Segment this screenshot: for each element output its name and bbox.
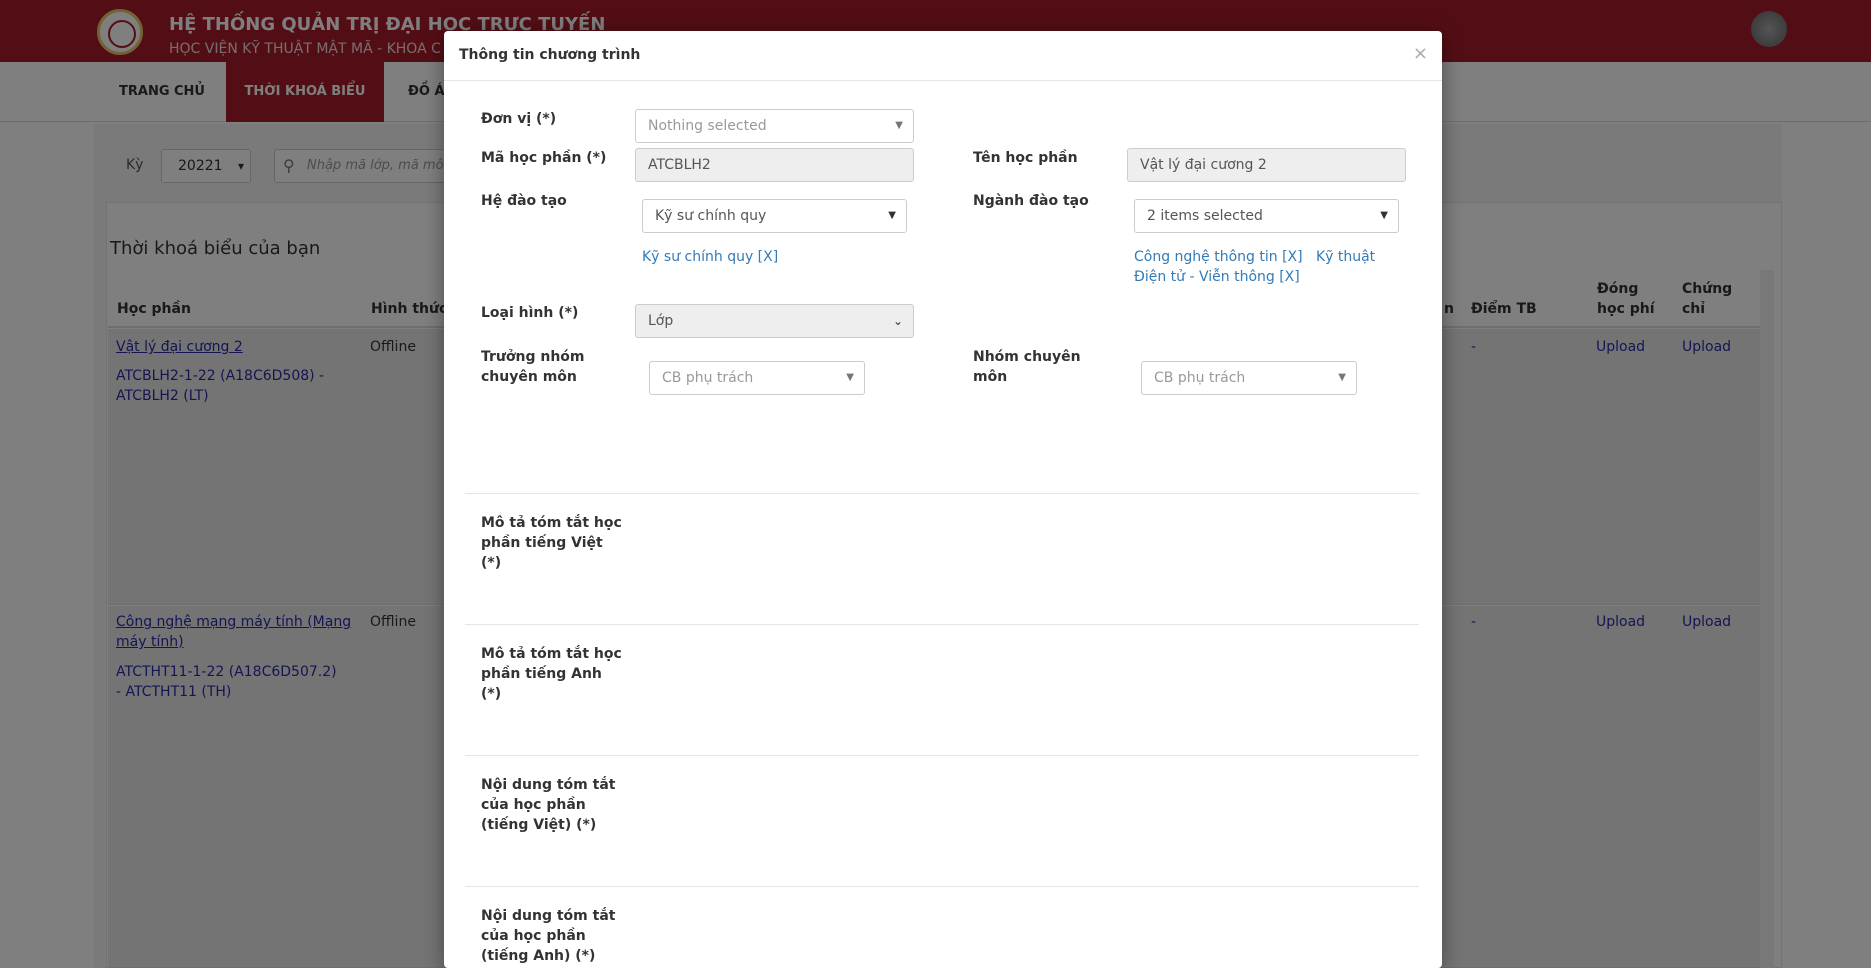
course-name-label: Tên học phần [973,150,1078,166]
training-system-tag[interactable]: Kỹ sư chính quy [X] [642,247,778,267]
desc-vi-label: Mô tả tóm tắt học phần tiếng Việt (*) [481,513,622,573]
course-code-field[interactable]: ATCBLH2 [635,148,914,182]
specialty-group-label-line1: Nhóm chuyên [973,349,1081,365]
type-value: Lớp [648,313,674,329]
content-en-line1: Nội dung tóm tắt [481,908,616,924]
content-en-line2: của học phần [481,928,586,944]
chevron-down-icon: ⌄ [892,314,903,328]
modal-title: Thông tin chương trình [459,47,641,63]
chevron-down-icon: ▼ [1338,372,1346,383]
course-name-field[interactable]: Vật lý đại cương 2 [1127,148,1406,182]
content-vi-label: Nội dung tóm tắt của học phần (tiếng Việ… [481,775,615,835]
group-leader-label-line2: chuyên môn [481,369,577,385]
desc-vi-line1: Mô tả tóm tắt học [481,515,622,531]
training-system-value: Kỹ sư chính quy [655,208,767,224]
desc-en-line3: (*) [481,686,502,702]
major-value: 2 items selected [1147,208,1263,224]
unit-label: Đơn vị (*) [481,111,557,127]
content-en-label: Nội dung tóm tắt của học phần (tiếng Anh… [481,906,615,966]
group-leader-select[interactable]: CB phụ trách ▼ [649,361,865,395]
specialty-group-label-line2: môn [973,369,1008,385]
group-leader-placeholder: CB phụ trách [662,370,754,386]
desc-en-label: Mô tả tóm tắt học phần tiếng Anh (*) [481,644,622,704]
content-vi-line2: của học phần [481,797,586,813]
major-tags-line1[interactable]: Công nghệ thông tin [X] Kỹ thuật [1134,247,1375,267]
program-info-modal: Thông tin chương trình × Đơn vị (*) Noth… [444,31,1442,968]
group-leader-label-line1: Trưởng nhóm [481,349,585,365]
divider [465,755,1419,756]
training-system-label: Hệ đào tạo [481,193,567,209]
major-tags-line2[interactable]: Điện tử - Viễn thông [X] [1134,267,1300,287]
specialty-group-select[interactable]: CB phụ trách ▼ [1141,361,1357,395]
chevron-down-icon: ▼ [895,120,903,131]
chevron-down-icon: ▼ [888,210,896,221]
divider [465,493,1419,494]
content-vi-line1: Nội dung tóm tắt [481,777,616,793]
close-icon[interactable]: × [1413,43,1428,64]
desc-en-line2: phần tiếng Anh [481,666,602,682]
desc-en-line1: Mô tả tóm tắt học [481,646,622,662]
major-label: Ngành đào tạo [973,193,1089,209]
divider [465,624,1419,625]
training-system-select[interactable]: Kỹ sư chính quy ▼ [642,199,907,233]
specialty-group-placeholder: CB phụ trách [1154,370,1246,386]
course-code-label: Mã học phần (*) [481,150,607,166]
desc-vi-line3: (*) [481,555,502,571]
chevron-down-icon: ▼ [1380,210,1388,221]
unit-select[interactable]: Nothing selected ▼ [635,109,914,143]
major-select[interactable]: 2 items selected ▼ [1134,199,1399,233]
desc-vi-line2: phần tiếng Việt [481,535,603,551]
divider [465,886,1419,887]
unit-placeholder: Nothing selected [648,118,767,134]
type-label: Loại hình (*) [481,305,579,321]
specialty-group-label: Nhóm chuyên môn [973,347,1081,387]
modal-header: Thông tin chương trình × [444,31,1442,81]
content-en-line3: (tiếng Anh) (*) [481,948,596,964]
type-select[interactable]: Lớp ⌄ [635,304,914,338]
group-leader-label: Trưởng nhóm chuyên môn [481,347,585,387]
chevron-down-icon: ▼ [846,372,854,383]
content-vi-line3: (tiếng Việt) (*) [481,817,597,833]
